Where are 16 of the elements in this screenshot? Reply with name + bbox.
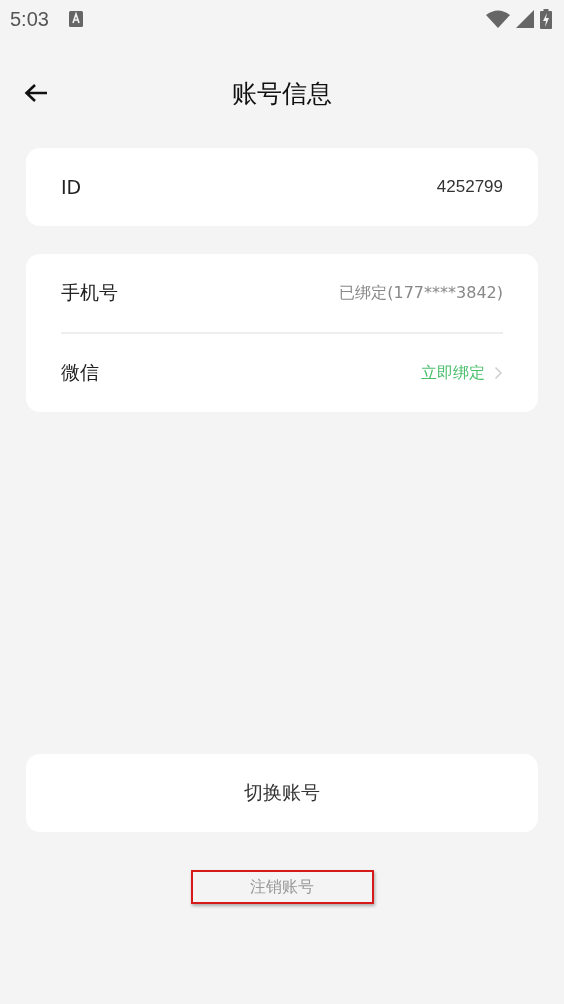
bind-link[interactable]: 立即绑定 [421, 362, 503, 384]
notification-icon [68, 11, 83, 27]
wifi-icon [486, 10, 510, 28]
switch-account-button[interactable]: 切换账号 [26, 754, 538, 832]
row-label: 微信 [61, 360, 99, 385]
back-arrow-icon[interactable] [24, 83, 48, 103]
signal-icon [516, 10, 534, 28]
id-value: 4252799 [436, 177, 503, 197]
row-label: 手机号 [61, 280, 118, 305]
chevron-right-icon [494, 366, 503, 380]
status-time: 5:03 [10, 7, 49, 31]
battery-icon [540, 9, 552, 29]
row-label: ID [61, 176, 82, 198]
page-title: 账号信息 [232, 77, 332, 110]
delete-account-link[interactable]: 注销账号 [190, 870, 374, 904]
row-value: 已绑定(177****3842) [339, 282, 503, 304]
